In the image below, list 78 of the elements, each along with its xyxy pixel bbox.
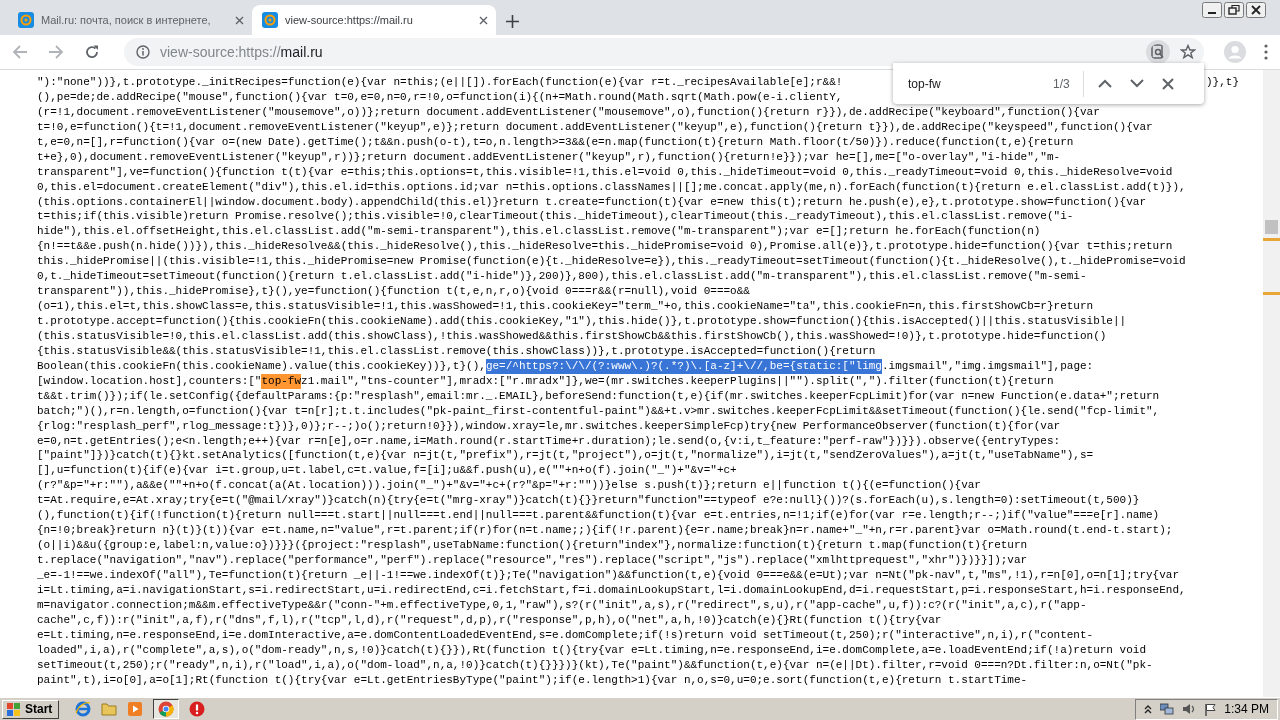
- start-button[interactable]: Start: [2, 699, 60, 719]
- match-marker: [1263, 238, 1280, 241]
- code-text: m=navigator.connection;m&&m.effectiveType&&r("conn-"+m.effectiveType,0,1,"raw"),s?(r("init",a,s),r("redirect",s,u),r("app-cache",u,f)):c?(r("init",a,c),r("app-: [37, 597, 1087, 613]
- code-text: cache",c,f)):r("init",a,f),r("dns",f,l),r("tcp",l,d),r("request",d,p),r("response",p,h),o("net",a,h,!0)}catch(e){}Rt(function t(){try{var: [37, 612, 942, 628]
- code-text: (o=1),this.el=t,this.showClass=e,this.statusVisible=!1,this.wasShowed=!1,this.cookieKey="term_"+o,this.cookieName="ta",this.cookieFn=n,this.firstShowCb=r}return: [37, 299, 1094, 314]
- code-text: Boolean(this.cookieFn(this.cookieName).value(this.cookieKey))},t}(),: [37, 358, 486, 374]
- match-marker: [1263, 292, 1280, 295]
- code-text: (r=!1,document.removeEventListener("mousemove",o))};return document.addEventListener("mousemove",o),function(){return r}}),de.addRecipe("keyboard",function(){var: [37, 104, 1100, 120]
- chevron-icon[interactable]: [1144, 704, 1153, 714]
- browser-tab[interactable]: view-source:https://mail.ru: [252, 5, 496, 35]
- info-icon[interactable]: [136, 45, 150, 59]
- address-bar[interactable]: view-source:https://mail.ru: [124, 38, 1204, 66]
- code-text: i=Lt.timing,a=i.navigationStart,s=i.redirectStart,u=i.redirectEnd,c=i.fetchStart,f=i.domainLookupStart,l=i.domainLookupEnd,d=i.requestStart,p=i.responseStart,h=i.responseEnd,: [37, 582, 1186, 598]
- code-text: [window.location.host],counters:[": [37, 373, 262, 389]
- restore-icon[interactable]: [1224, 2, 1244, 18]
- code-text: {n=!0;break}return n}(t)}(t)){var e=t.name,n="value",r=t.parent;if(r)for(n=t.name;;){if(!r.parent){e=r.name;break}n=r.name+"_"+n,r=r.parent}var o=Math.round(t.end-t.start);: [37, 523, 1173, 539]
- code-text: {rlog:"resplash_perf",rlog_message:t})},0)};r--;)o();return!0}}),window.xray=le,mr.switches.keeperSimpleFcp)try{new PerformanceObserver(function(t){for(var: [37, 418, 1061, 434]
- code-text: "):"none"))},t.prototype._initRecipes=function(e){var n=this;(e||[]).forEach(function(e){var r=t._recipesAvailable[e];r&&!: [37, 75, 843, 90]
- code-text: 0,t._hideTimeout=setTimeout(function(){return t.el.classList.add("i-hide")},200)},800),this.el.classList.add("m-transparent"),this.el.classList.remove("m-semi-: [37, 269, 1087, 285]
- close-icon[interactable]: [1162, 77, 1174, 90]
- code-text: t,e=0,n=[],r=function(){var o=(new Date).getTime();t&&n.push(o-t),t=o,n.length>=3&&(e=n.map(function(t){return Math.floor(t/50)}).reduce(function(t,e){return: [37, 134, 1074, 150]
- code-text: e=0,n=t.getEntries();e<n.length;e++){var r=n[e],o=r.name,i=Math.round(r.startTime+r.duration);le.send(o,{v:i,t_feature:"perf-raw"})}}).observe({entryTypes:: [37, 433, 1061, 449]
- code-text: t=!0,e=function(){t=!1,document.removeEventListener("keyup",e)};return document.addEventListener("keyup",e),function(){return t}}),de.addRecipe("keyspeed",function(){var: [37, 119, 1153, 135]
- code-text: e=Lt.timing,n=e.responseEnd,i=e.domInteractive,a=e.domContentLoadedEventEnd,s=e.domComplete;if(!s)return void setTimeout(t,250);r("interactive",n,i),r("content-: [37, 627, 1094, 643]
- code-text: t=At.require,e=At.xray;try{e=t("@mail/xray")}catch(n){try{e=t("mrg-xray")}catch(t){}}return"function"==typeof e?e:null}())?(s.forEach(u),s.length=0):setTimeout(t,500)}: [37, 493, 1140, 509]
- code-text: z1.mail","tns-counter"],mradx:["r.mradx"]},we=(mr.switches.keeperPlugins||"").split(",").filter(function(t){return: [301, 373, 1054, 389]
- code-text: setTimeout(t,250);r("ready",n,i),r("load",i,a),o("dom-load",n,a,!0)}catch(t){}}})}(kt),Te("paint")&&function(t,e){var n=(e||Dt).filter,r=void 0===n?Dt.filter:n,o=Nt("pk-: [37, 657, 1153, 673]
- speaker-icon[interactable]: [1182, 703, 1197, 715]
- code-text: (o||i)&&u({group:e,label:n,value:o})}}}({project:"resplash",useTabName:function(){return"index"},normalize:function(t){return t.map(function(t){return: [37, 538, 1028, 553]
- menu-icon[interactable]: [1264, 44, 1268, 60]
- code-text: t=this;if(this.visible)return Promise.resolve();this.visible=!0,clearTimeout(this._hideTimeout),clearTimeout(this._readyTimeout),this.el.classList.remove("i-: [37, 209, 1074, 225]
- match-count: 1/3: [1053, 76, 1071, 91]
- clock: 1:34 PM: [1224, 702, 1269, 716]
- scrollbar-thumb[interactable]: [1265, 220, 1278, 234]
- code-text: )},t}: [1206, 75, 1239, 90]
- code-text: t+e},0),document.removeEventListener("keyup",r))};return document.addEventListener("keyup",r),function(){return!e}});var he=[],me=["o-overlay","i-hide","m-: [37, 149, 1061, 165]
- warning-icon[interactable]: [189, 701, 206, 717]
- code-text: loaded",i,a),r("complete",a,s),o("dom-ready",n,s,!0)}catch(t){}}),Rt(function t(){try{var e=Lt.timing,n=e.responseEnd,i=e.domComplete,a=e.loadEventEnd;if(!a)return void: [37, 642, 1146, 658]
- flag-icon[interactable]: [1204, 702, 1217, 716]
- code-text: {this.statusVisible&&(this.statusVisible=!1,this.el.classList.remove(this.showClass))},t.prototype.isAccepted=function(){return: [37, 343, 876, 359]
- code-text: t&&t.trim()});if(le.setConfig({defaultParams:{p:"resplash",email:mr._.EMAIL},beforeSend:function(t,e){if(mr.switches.keeperFcpLimit)for(var n=new Function(e.data+";return: [37, 388, 1160, 404]
- code-text: .imgsmail","img.imgsmail"],page:: [881, 358, 1094, 374]
- code-text: (this.options.containerEl||window.document.body).appendChild(this.el)}return t.create=function(t){var e=new this(t);return he.push(e),e},t.prototype.show=function(){var: [37, 194, 1146, 210]
- minimize-icon[interactable]: [1202, 2, 1222, 18]
- selected-text: ge=/^https?:\/\/(?:www\.)?(.*?)\.[a-z]+\//,be={static:["limg: [485, 358, 882, 374]
- chrome-icon[interactable]: [158, 701, 175, 717]
- code-text: hide"),this.el.offsetHeight,this.el.classList.add("m-semi-transparent"),this.el.classList.remove("m-transparent");var e=[];return he.forEach(function(n): [37, 224, 1041, 240]
- code-text: paint",t),i=o[0],a=o[1];Rt(function t(){try{var e=Lt.getEntriesByType("paint");if(e.length>1){var n,o,s=0,u=0;e.sort(function(t,e){return t.startTime-: [37, 672, 1028, 688]
- reload-icon[interactable]: [84, 44, 100, 60]
- find-icon[interactable]: [1146, 40, 1170, 64]
- code-text: transparent")),this._hidePromise},t}(),ye=function(){function t(t,e,n,r,o){void 0===r&&(r=null),void 0===o&&: [37, 284, 750, 300]
- close-icon[interactable]: [479, 15, 488, 25]
- code-text: t.replace("navigation","nav").replace("performance","perf").replace("resource","res").replace("script","js").replace("xmlhttprequest","xhr")})}}]);var: [37, 553, 1028, 568]
- windows-flag-icon: [7, 702, 21, 716]
- code-text: (this.statusVisible=!0,this.el.classList.add(this.showClass),!this.wasShowed&&this.firstShowCb&&this.firstShowCb(),this.wasShowed=!0)},t.prototype.hide=function(): [37, 328, 1107, 344]
- code-text: transparent"],ve=function(){function t(t){var e=this;this.options=t,this.visible=!1,this.el=void 0,this._hideTimeout=void 0,this._readyTimeout=void 0,this._hideResolve=void: [37, 164, 1173, 180]
- code-text: (),pe=de;de.addRecipe("mouse",function(){var t=0,e=0,n=0,r=!0,o=function(i){(n+=Math.round(Math.sqrt(Math.pow(e-i.clientY,: [37, 89, 843, 105]
- code-text: {n!==t&&e.push(n.hide())}),this._hideResolve&&(this._hideResolve(),this._hideResolve=this._hidePromise=void 0),Promise.all(e)},t.prototype.hide=function(){var t=this;return: [37, 239, 1173, 255]
- scrollbar[interactable]: [1263, 70, 1280, 697]
- star-icon[interactable]: [1180, 44, 1196, 60]
- code-text: t.prototype.accept=function(){this.cookieFn(this.cookieName).add(this.cookieKey,"1"),this.hide()},t.prototype.show=function(){this.isAccepted()||this.statusVisible||: [37, 314, 1127, 329]
- code-text: this._hidePromise||(this.visible=!1,this._hidePromise=new Promise(function(e){t._hideResolve=e}),this._readyTimeout=setTimeout(function(){t._hideResolve(),t._hidePromise=void: [37, 254, 1186, 270]
- chevron-up-icon[interactable]: [1098, 79, 1112, 88]
- code-text: [],u=function(t){if(e){var i=t.group,u=t.label,c=t.value,f=[i];u&&f.push(u),e(""+n+o(f).join("_")+"&v="+c+: [37, 463, 737, 479]
- media-player-icon[interactable]: [127, 701, 144, 717]
- code-text: (r?"&p="+r:""),a&&e(""+n+o(f.concat(a(At.location))).join("_")+"&v="+c+(r?"&p="+r:""))}else s.push(t)};return e||function t(){(e=function(){var: [37, 478, 981, 494]
- browser-e-icon[interactable]: [75, 701, 92, 717]
- plus-icon[interactable]: [506, 15, 519, 28]
- network-icon[interactable]: [1160, 703, 1175, 715]
- chevron-down-icon[interactable]: [1130, 79, 1144, 88]
- code-text: batch;")(),r=n.length,o=function(){var t=n[r];t.t.includes("pk-paint_first-contentful-paint")&&+t.v>mr.switches.keeperFcpLimit&&setTimeout(function(){le.send("fcp-limit",: [37, 403, 1160, 419]
- code-text: 0,this.el=document.createElement("div"),this.el.id=this.options.id;var n=this.options.classNames||[];me.concat.apply(me,n).forEach(function(t){return e.el.classList.add(t)}),: [37, 179, 1186, 195]
- find-field[interactable]: top-fw: [908, 76, 1053, 91]
- code-text: _e=-1!==we.indexOf("all"),Te=function(t){return _e||-1!==we.indexOf(t)};Te("navigation")&&function(t,e){void 0===e&&(e=Ut);var n=Nt("pk-nav",t,"ms",!1),r=n[0],o=n[1];try{var: [37, 567, 1179, 583]
- close-icon[interactable]: [1246, 2, 1266, 18]
- browser-tab[interactable]: Mail.ru: почта, поиск в интернете,: [8, 5, 252, 35]
- code-text: ["paint"]})}catch(t){}kt.setAnalytics([function(t,e){var n=jt(t,"prefix"),r=jt(t,"project"),o=jt(t,"normalize"),i=jt(t,"sendZeroValues"),a=jt(t,"useTabName"),s=: [37, 448, 1094, 464]
- code-text: (),function(t){if(!function(t){return null===t.start||null===t.end||null===t.parent&&function(t){var e=t.entries,n=!1;if(e)for(var r=e.length;r--;)if("value"===e[r].name): [37, 508, 1160, 524]
